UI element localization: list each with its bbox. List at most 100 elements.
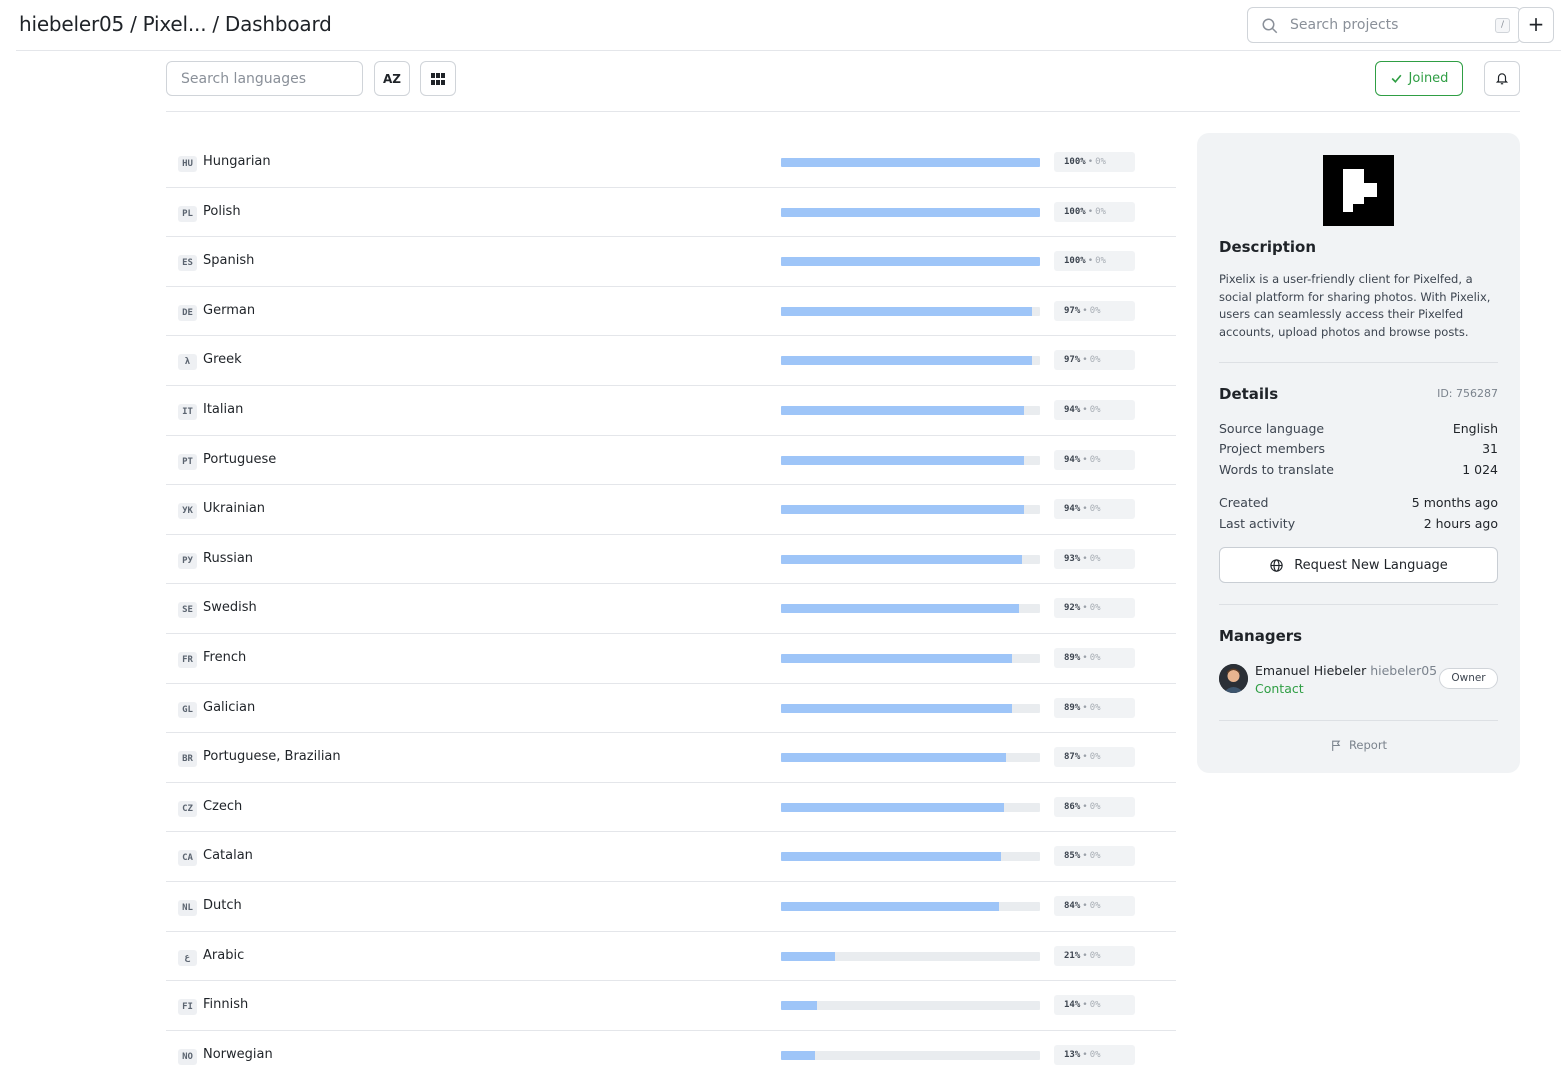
sort-az-button[interactable]: AZ bbox=[374, 61, 410, 96]
manager-name[interactable]: Emanuel Hiebeler bbox=[1255, 663, 1366, 678]
grid-icon bbox=[431, 72, 445, 85]
breadcrumb: hiebeler05/Pixel... / Dashboard bbox=[19, 12, 332, 36]
language-name[interactable]: Russian bbox=[203, 551, 253, 566]
stats-separator: • bbox=[1082, 752, 1088, 763]
language-code-badge: PT bbox=[178, 453, 197, 470]
language-name[interactable]: Arabic bbox=[203, 948, 244, 963]
language-row[interactable]: λ Greek 97% • 0% bbox=[166, 336, 1176, 386]
progress-bar-fill bbox=[781, 1001, 818, 1011]
description-title: Description bbox=[1219, 238, 1317, 256]
stats-separator: • bbox=[1082, 305, 1088, 316]
language-row[interactable]: РУ Russian 93% • 0% bbox=[166, 535, 1176, 585]
breadcrumb-project[interactable]: Pixel... bbox=[143, 12, 207, 36]
language-name[interactable]: Dutch bbox=[203, 898, 242, 913]
translated-percent: 85% bbox=[1064, 851, 1081, 862]
language-row[interactable]: FR French 89% • 0% bbox=[166, 634, 1176, 684]
search-projects-box[interactable]: / bbox=[1247, 7, 1521, 43]
progress-bar-fill bbox=[781, 505, 1025, 515]
stats-separator: • bbox=[1082, 801, 1088, 812]
progress-bar bbox=[781, 802, 1040, 812]
progress-stats: 100% • 0% bbox=[1054, 251, 1135, 272]
language-name[interactable]: Swedish bbox=[203, 600, 257, 615]
project-info-panel: Description Pixelix is a user-friendly c… bbox=[1197, 133, 1520, 773]
stats-separator: • bbox=[1082, 950, 1088, 961]
language-row[interactable]: CZ Czech 86% • 0% bbox=[166, 783, 1176, 833]
divider bbox=[1219, 604, 1498, 605]
detail-value: 31 bbox=[1482, 441, 1498, 456]
add-button[interactable]: + bbox=[1518, 7, 1554, 43]
breadcrumb-owner[interactable]: hiebeler05 bbox=[19, 12, 124, 36]
progress-stats: 97% • 0% bbox=[1054, 300, 1135, 321]
search-languages-input[interactable] bbox=[166, 61, 363, 96]
language-row[interactable]: HU Hungarian 100% • 0% bbox=[166, 138, 1176, 188]
report-link[interactable]: Report bbox=[1197, 738, 1520, 752]
notifications-button[interactable] bbox=[1484, 61, 1520, 96]
approved-percent: 0% bbox=[1089, 454, 1101, 465]
language-row[interactable]: ع Arabic 21% • 0% bbox=[166, 932, 1176, 982]
language-row[interactable]: SE Swedish 92% • 0% bbox=[166, 584, 1176, 634]
stats-separator: • bbox=[1082, 652, 1088, 663]
approved-percent: 0% bbox=[1089, 603, 1101, 614]
language-name[interactable]: Galician bbox=[203, 700, 255, 715]
language-row[interactable]: FI Finnish 14% • 0% bbox=[166, 981, 1176, 1031]
language-name[interactable]: Polish bbox=[203, 204, 241, 219]
progress-bar-fill bbox=[781, 802, 1004, 812]
project-id: ID: 756287 bbox=[1437, 387, 1498, 400]
language-row[interactable]: ES Spanish 100% • 0% bbox=[166, 237, 1176, 287]
language-name[interactable]: Italian bbox=[203, 402, 243, 417]
language-row[interactable]: GL Galician 89% • 0% bbox=[166, 684, 1176, 734]
language-row[interactable]: CA Catalan 85% • 0% bbox=[166, 832, 1176, 882]
grid-view-button[interactable] bbox=[420, 61, 456, 96]
language-name[interactable]: Spanish bbox=[203, 253, 254, 268]
language-name[interactable]: Portuguese, Brazilian bbox=[203, 749, 341, 764]
language-name[interactable]: Finnish bbox=[203, 997, 248, 1012]
language-row[interactable]: PT Portuguese 94% • 0% bbox=[166, 436, 1176, 486]
avatar[interactable] bbox=[1219, 664, 1248, 693]
language-name[interactable]: Greek bbox=[203, 352, 242, 367]
search-projects-input[interactable] bbox=[1290, 8, 1480, 42]
language-code-badge: УК bbox=[178, 503, 197, 520]
language-name[interactable]: French bbox=[203, 650, 246, 665]
progress-bar bbox=[781, 901, 1040, 911]
language-name[interactable]: Hungarian bbox=[203, 154, 271, 169]
language-name[interactable]: German bbox=[203, 303, 255, 318]
language-row[interactable]: DE German 97% • 0% bbox=[166, 287, 1176, 337]
language-name[interactable]: Czech bbox=[203, 799, 242, 814]
language-row[interactable]: BR Portuguese, Brazilian 87% • 0% bbox=[166, 733, 1176, 783]
language-name[interactable]: Ukrainian bbox=[203, 501, 265, 516]
language-row[interactable]: NL Dutch 84% • 0% bbox=[166, 882, 1176, 932]
language-name[interactable]: Catalan bbox=[203, 848, 253, 863]
approved-percent: 0% bbox=[1089, 652, 1101, 663]
language-row[interactable]: IT Italian 94% • 0% bbox=[166, 386, 1176, 436]
language-code-badge: FI bbox=[178, 999, 197, 1016]
detail-value: English bbox=[1452, 421, 1498, 436]
stats-separator: • bbox=[1087, 206, 1094, 217]
translated-percent: 84% bbox=[1064, 900, 1081, 911]
approved-percent: 0% bbox=[1089, 504, 1101, 515]
stats-separator: • bbox=[1087, 157, 1094, 167]
progress-stats: 89% • 0% bbox=[1054, 697, 1135, 718]
manager-item: Emanuel Hiebeler hiebeler05 Contact Owner bbox=[1219, 663, 1498, 696]
detail-value: 5 months ago bbox=[1411, 495, 1498, 510]
report-label: Report bbox=[1348, 738, 1388, 752]
manager-contact-link[interactable]: Contact bbox=[1255, 681, 1304, 696]
language-code-badge: NL bbox=[178, 899, 197, 916]
joined-button[interactable]: Joined bbox=[1375, 61, 1463, 96]
progress-bar-fill bbox=[781, 405, 1025, 415]
bell-icon bbox=[1495, 73, 1509, 85]
progress-stats: 100% • 0% bbox=[1054, 201, 1135, 222]
translated-percent: 87% bbox=[1064, 752, 1081, 763]
language-row[interactable]: NO Norwegian 13% • 0% bbox=[166, 1031, 1176, 1080]
progress-bar bbox=[781, 207, 1040, 217]
translated-percent: 97% bbox=[1064, 305, 1081, 316]
language-name[interactable]: Portuguese bbox=[203, 452, 276, 467]
progress-bar bbox=[781, 505, 1040, 515]
language-row[interactable]: УК Ukrainian 94% • 0% bbox=[166, 485, 1176, 535]
language-name[interactable]: Norwegian bbox=[203, 1047, 273, 1062]
progress-bar-fill bbox=[781, 306, 1033, 316]
progress-bar-fill bbox=[781, 1050, 815, 1060]
language-row[interactable]: PL Polish 100% • 0% bbox=[166, 188, 1176, 238]
translated-percent: 100% bbox=[1064, 206, 1086, 217]
progress-bar-fill bbox=[781, 753, 1007, 763]
request-new-language-button[interactable]: Request New Language bbox=[1219, 547, 1498, 583]
